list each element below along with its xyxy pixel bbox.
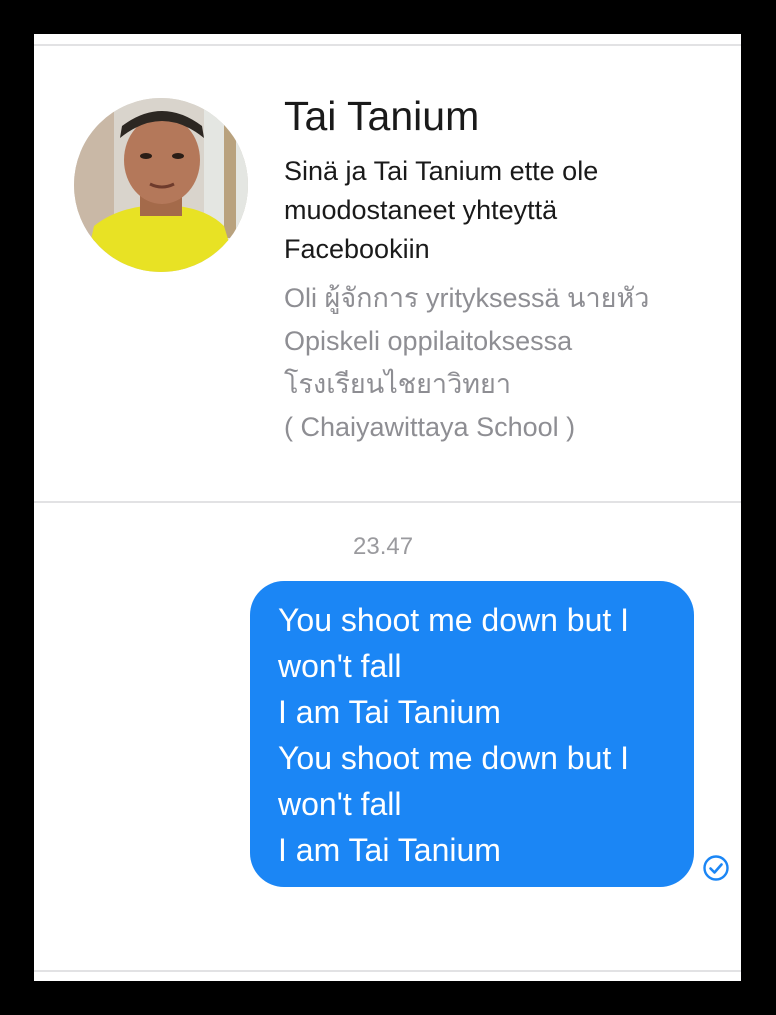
message-timestamp: 23.47: [353, 533, 414, 560]
work-info: Oli ผู้จักการ yrityksessä นายหัว: [284, 283, 650, 313]
section-divider: [34, 501, 741, 503]
bottom-divider: [34, 970, 741, 972]
chat-screen: Tai Tanium Sinä ja Tai Tanium ette ole m…: [34, 34, 741, 981]
delivered-check-icon: [703, 855, 729, 881]
connection-line: muodostaneet yhteyttä: [284, 195, 558, 225]
contact-info: Oli ผู้จักการ yrityksessä นายหัว Opiskel…: [284, 277, 724, 449]
top-divider: [34, 44, 741, 46]
message-line: won't fall: [278, 786, 402, 822]
connection-line: Sinä ja Tai Tanium ette ole: [284, 156, 599, 186]
sent-message-bubble[interactable]: You shoot me down but I won't fall I am …: [250, 581, 694, 887]
message-line: I am Tai Tanium: [278, 694, 501, 730]
school-name-latin: ( Chaiyawittaya School ): [284, 412, 576, 442]
education-info: Opiskeli oppilaitoksessa: [284, 326, 573, 356]
contact-avatar[interactable]: [74, 98, 248, 272]
connection-status: Sinä ja Tai Tanium ette ole muodostaneet…: [284, 152, 724, 269]
connection-line: Facebookiin: [284, 234, 430, 264]
message-line: You shoot me down but I: [278, 740, 630, 776]
message-line: You shoot me down but I: [278, 602, 630, 638]
contact-name[interactable]: Tai Tanium: [284, 90, 724, 142]
message-line: I am Tai Tanium: [278, 832, 501, 868]
school-name: โรงเรียนไชยาวิทยา: [284, 369, 512, 399]
avatar-photo: [74, 98, 248, 272]
contact-profile: Tai Tanium Sinä ja Tai Tanium ette ole m…: [284, 90, 724, 449]
message-line: won't fall: [278, 648, 402, 684]
